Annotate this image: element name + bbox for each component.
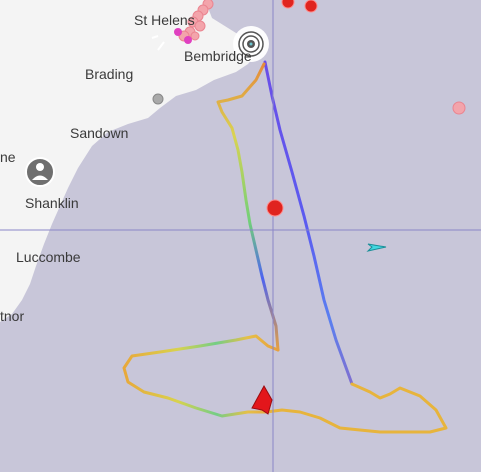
place-label-shanklin: Shanklin — [25, 195, 79, 211]
map-layer — [0, 0, 481, 472]
person-icon[interactable] — [25, 157, 55, 187]
vessel-marker — [266, 199, 284, 217]
place-label-sandown: Sandown — [70, 125, 129, 141]
vessel-marker — [304, 0, 318, 13]
place-label-partial-ne: ne — [0, 149, 16, 165]
ais-target — [452, 101, 466, 115]
place-label-partial-tnor: tnor — [0, 308, 25, 324]
place-label-st-helens: St Helens — [134, 12, 195, 28]
ais-target-grey — [152, 93, 164, 105]
place-label-brading: Brading — [85, 66, 134, 82]
arrow-icon — [366, 243, 387, 252]
ais-target-magenta — [184, 36, 192, 44]
vessel-marker — [281, 0, 295, 9]
track-southeast-loop — [264, 382, 448, 434]
ais-target-magenta — [174, 28, 182, 36]
map-canvas[interactable]: St Helens Bembridge Brading Sandown Shan… — [0, 0, 481, 472]
boat-icon — [251, 384, 273, 415]
place-label-bembridge: Bembridge — [184, 48, 252, 64]
place-label-luccombe: Luccombe — [16, 249, 81, 265]
